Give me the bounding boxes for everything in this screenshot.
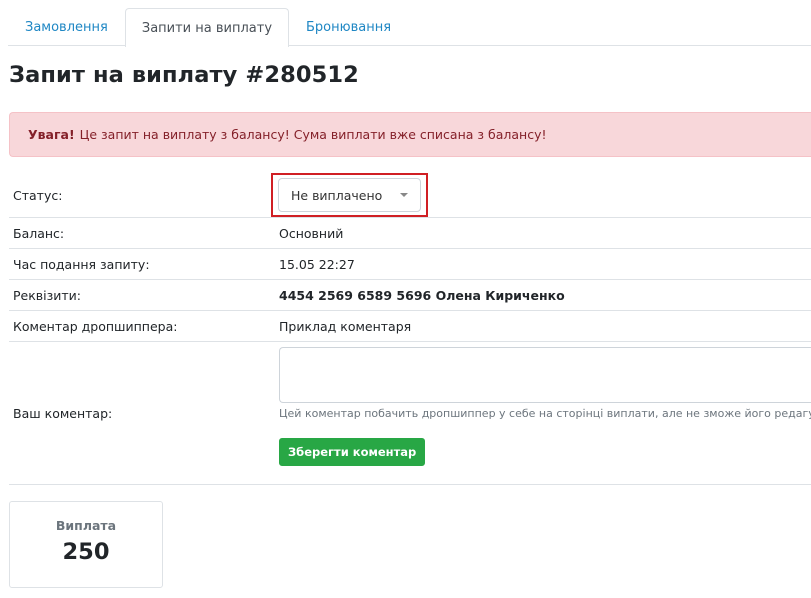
requisites-value: 4454 2569 6589 5696 Олена Кириченко: [279, 287, 565, 303]
request-time-label: Час подання запиту:: [13, 256, 150, 272]
page-title: Запит на виплату #280512: [9, 62, 359, 88]
request-time-value: 15.05 22:27: [279, 256, 355, 272]
status-selected-value: Не виплачено: [291, 187, 383, 203]
your-comment-cell: Цей коментар побачить дропшиппер у себе …: [279, 342, 811, 484]
alert-text: Це запит на виплату з балансу! Сума випл…: [79, 127, 547, 142]
tab-orders[interactable]: Замовлення: [8, 8, 125, 46]
requisites-label: Реквізити:: [13, 287, 82, 303]
alert-strong: Увага!: [28, 127, 75, 142]
balance-row: Баланс: Основний: [9, 218, 811, 249]
warning-alert: Увага! Це запит на виплату з балансу! Су…: [9, 112, 811, 157]
payout-value: 250: [62, 539, 110, 565]
your-comment-row: Ваш коментар: Цей коментар побачить дроп…: [9, 342, 811, 485]
tab-payout-requests[interactable]: Запити на виплату: [124, 8, 290, 47]
caret-down-icon: [400, 193, 408, 197]
balance-value: Основний: [279, 225, 344, 241]
status-select[interactable]: Не виплачено: [278, 178, 421, 212]
status-value-cell: Не виплачено: [271, 173, 811, 217]
save-comment-button[interactable]: Зберегти коментар: [279, 438, 426, 466]
status-row: Статус: Не виплачено: [9, 173, 811, 218]
comment-help-text: Цей коментар побачить дропшиппер у себе …: [279, 407, 811, 420]
payout-card: Виплата 250: [9, 501, 163, 588]
payout-details-table: Статус: Не виплачено Баланс: Основний Ча…: [9, 173, 811, 485]
tab-bar: Замовлення Запити на виплату Бронювання: [8, 8, 811, 47]
status-label: Статус:: [13, 187, 63, 203]
dropshipper-comment-value: Приклад коментаря: [279, 318, 412, 334]
comment-textarea[interactable]: [279, 347, 811, 403]
requisites-row: Реквізити: 4454 2569 6589 5696 Олена Кир…: [9, 280, 811, 311]
dropshipper-comment-row: Коментар дропшиппера: Приклад коментаря: [9, 311, 811, 342]
balance-label: Баланс:: [13, 225, 65, 241]
tab-bookings[interactable]: Бронювання: [289, 8, 408, 46]
your-comment-label: Ваш коментар:: [13, 405, 113, 421]
payout-label: Виплата: [55, 518, 117, 533]
dropshipper-comment-label: Коментар дропшиппера:: [13, 318, 178, 334]
request-time-row: Час подання запиту: 15.05 22:27: [9, 249, 811, 280]
status-highlight: Не виплачено: [271, 173, 428, 217]
